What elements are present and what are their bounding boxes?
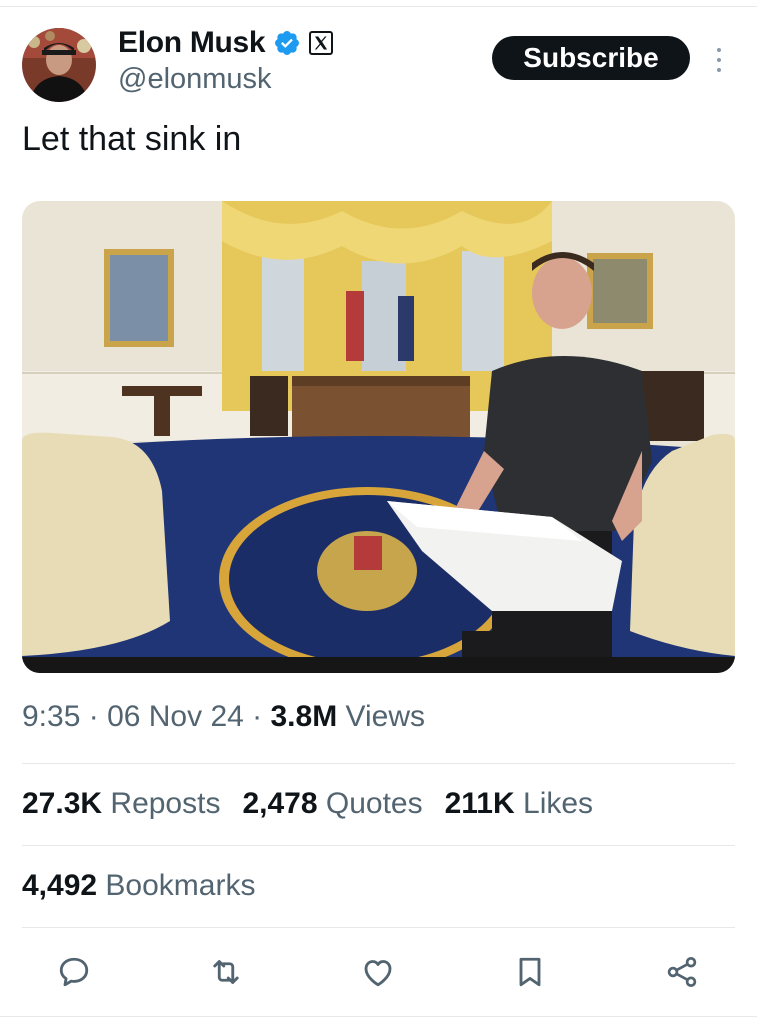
repost-icon — [213, 960, 239, 984]
meta-separator: · — [80, 700, 108, 733]
divider — [22, 927, 735, 928]
share-icon — [667, 957, 697, 987]
verified-badge-icon[interactable] — [273, 29, 301, 57]
tweet-text: Let that sink in — [22, 120, 242, 158]
tweet-date: 06 Nov 24 — [107, 700, 244, 733]
author-handle[interactable]: @elonmusk — [118, 63, 272, 96]
more-dot — [717, 48, 721, 52]
author-avatar[interactable] — [22, 28, 96, 102]
tweet-meta: 9:35 · 06 Nov 24 · 3.8M Views — [22, 700, 425, 734]
reply-icon — [59, 957, 89, 987]
x-logo-icon[interactable] — [309, 31, 334, 55]
bookmark-button[interactable] — [508, 950, 552, 994]
bottom-divider — [0, 1016, 757, 1017]
reply-button[interactable] — [52, 950, 96, 994]
share-button[interactable] — [660, 950, 704, 994]
engagement-stats: 27.3K Reposts 2,478 Quotes 211K Likes — [22, 787, 615, 821]
top-divider — [0, 6, 757, 7]
more-dot — [717, 68, 721, 72]
oval-office-photo — [22, 201, 735, 673]
like-icon — [364, 960, 392, 987]
reposts-count: 27.3K — [22, 787, 103, 820]
divider — [22, 763, 735, 764]
likes-count: 211K — [444, 787, 515, 820]
likes-label: Likes — [514, 787, 594, 820]
like-button[interactable] — [356, 950, 400, 994]
meta-separator: · — [243, 700, 271, 733]
avatar-image — [22, 28, 96, 102]
divider — [22, 845, 735, 846]
bookmarks-label: Bookmarks — [97, 869, 256, 902]
repost-button[interactable] — [204, 950, 248, 994]
author-name-row: Elon Musk — [118, 24, 334, 62]
likes-stat[interactable]: 211K Likes — [445, 787, 593, 821]
reposts-label: Reposts — [102, 787, 221, 820]
author-name[interactable]: Elon Musk — [118, 26, 266, 60]
tweet-time: 9:35 — [22, 700, 81, 733]
quotes-label: Quotes — [317, 787, 423, 820]
views-label: Views — [337, 700, 426, 733]
subscribe-button[interactable]: Subscribe — [492, 36, 690, 80]
more-dot — [717, 58, 721, 62]
views-count[interactable]: 3.8M — [271, 700, 338, 733]
tweet-media-image[interactable] — [22, 201, 735, 673]
quotes-stat[interactable]: 2,478 Quotes — [242, 787, 422, 821]
bookmark-icon — [519, 957, 541, 987]
reposts-stat[interactable]: 27.3K Reposts — [22, 787, 220, 821]
bookmarks-stat[interactable]: 4,492 Bookmarks — [22, 869, 255, 903]
bookmarks-count: 4,492 — [22, 869, 98, 902]
quotes-count: 2,478 — [242, 787, 318, 820]
more-vertical-icon[interactable] — [708, 40, 730, 80]
